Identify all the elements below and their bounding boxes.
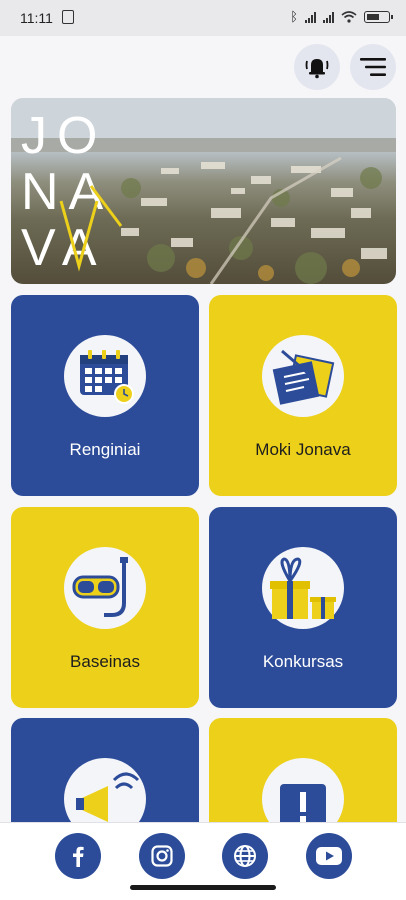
logo-accent <box>59 185 123 272</box>
tile-label: Baseinas <box>70 652 140 671</box>
tile-moki-jonava[interactable]: Moki Jonava <box>209 295 397 496</box>
tile-label: Konkursas <box>262 652 344 671</box>
tile-label: Moki Jonava <box>255 440 351 459</box>
status-bar: 11:11 ᛒ <box>0 0 406 36</box>
gift-icon <box>270 557 336 619</box>
tile-icon-circle <box>262 547 344 629</box>
tile-baseinas[interactable]: Baseinas <box>11 507 199 708</box>
hero-banner: JO NA VA <box>11 98 396 284</box>
website-button[interactable] <box>222 833 268 879</box>
globe-icon <box>234 845 256 867</box>
facebook-button[interactable] <box>55 833 101 879</box>
calendar-icon <box>80 350 134 404</box>
wifi-icon <box>341 11 357 23</box>
instagram-button[interactable] <box>139 833 185 879</box>
home-indicator[interactable] <box>130 885 276 890</box>
menu-button[interactable] <box>350 44 396 90</box>
battery-icon <box>364 11 393 23</box>
tile-label: Renginiai <box>69 440 141 459</box>
document-icon <box>272 349 335 405</box>
bell-alert-icon <box>305 59 329 79</box>
bluetooth-icon: ᛒ <box>290 9 298 24</box>
jonava-logo: JO NA VA <box>21 106 131 281</box>
header-actions <box>294 44 396 90</box>
signal-icon <box>305 11 316 23</box>
youtube-button[interactable] <box>306 833 352 879</box>
hamburger-menu-icon <box>360 58 386 76</box>
tile-icon-circle <box>262 335 344 417</box>
tile-konkursas[interactable]: Konkursas <box>209 507 397 708</box>
status-icons: ᛒ <box>290 9 393 24</box>
instagram-icon <box>151 845 173 867</box>
bottom-social-bar <box>0 822 406 900</box>
notifications-button[interactable] <box>294 44 340 90</box>
snorkel-mask-icon <box>72 557 128 617</box>
sim-icon <box>62 10 74 24</box>
youtube-icon <box>316 847 342 865</box>
tile-renginiai[interactable]: Renginiai <box>11 295 199 496</box>
tile-icon-circle <box>64 547 146 629</box>
status-time: 11:11 <box>20 10 53 26</box>
tile-icon-circle <box>64 335 146 417</box>
signal-icon-2 <box>323 11 334 23</box>
facebook-icon <box>73 846 84 867</box>
